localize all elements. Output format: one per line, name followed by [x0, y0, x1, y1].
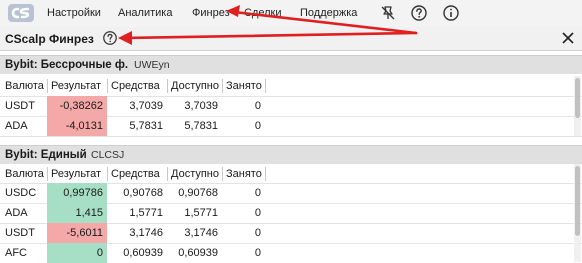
cell-busy: 0: [254, 187, 261, 199]
row-divider: [0, 136, 582, 137]
table-header-row: Валюта Результат Средства Доступно Занят…: [0, 76, 582, 96]
cell-currency: ADA: [5, 207, 28, 219]
panel-title: CScalp Финрез: [5, 32, 94, 46]
section-title: Bybit: Бессрочные ф.: [5, 59, 129, 71]
info-icon[interactable]: [442, 4, 460, 22]
cell-funds: 0,60939: [123, 247, 163, 259]
scrollbar-thumb[interactable]: [575, 78, 580, 118]
column-header-busy[interactable]: Занято: [222, 76, 265, 96]
cell-available: 3,1746: [184, 227, 218, 239]
cell-result: -4,0131: [47, 116, 107, 136]
table-row[interactable]: AFC 0 0,60939 0,60939 0: [0, 243, 582, 263]
menu-finrez[interactable]: Финрез: [192, 7, 230, 19]
cscalp-logo-icon[interactable]: [6, 2, 36, 24]
cell-result: -5,6011: [47, 223, 107, 243]
cell-busy: 0: [254, 100, 261, 112]
help-icon[interactable]: [102, 30, 118, 46]
panel-header: CScalp Финрез: [0, 27, 582, 51]
top-menu-bar: Настройки Аналитика Финрез Сделки Поддер…: [0, 0, 582, 28]
cell-available: 0,90768: [178, 187, 218, 199]
help-icon[interactable]: [410, 4, 428, 22]
scrollbar-thumb[interactable]: [575, 166, 580, 236]
cell-funds: 5,7831: [129, 120, 163, 132]
cell-funds: 0,90768: [123, 187, 163, 199]
close-icon[interactable]: [560, 30, 576, 46]
account-id: UWEyn: [134, 59, 170, 71]
cell-result: 0: [47, 243, 107, 263]
account-id: CLCSJ: [91, 149, 125, 161]
cell-busy: 0: [254, 120, 261, 132]
cell-result: 0,99786: [47, 183, 107, 203]
column-divider[interactable]: [265, 167, 266, 181]
cell-available: 3,7039: [184, 100, 218, 112]
section-title: Bybit: Единый: [5, 149, 87, 161]
cell-currency: ADA: [5, 120, 28, 132]
column-header-result[interactable]: Результат: [47, 76, 107, 96]
section-header-unified: Bybit: Единый CLCSJ: [0, 145, 582, 164]
pin-off-icon[interactable]: [379, 4, 397, 22]
menu-settings[interactable]: Настройки: [47, 7, 101, 19]
cell-currency: AFC: [5, 247, 27, 259]
column-header-busy[interactable]: Занято: [222, 164, 265, 184]
cell-funds: 1,5771: [129, 207, 163, 219]
cell-funds: 3,1746: [129, 227, 163, 239]
section-header-perpetual: Bybit: Бессрочные ф. UWEyn: [0, 55, 582, 74]
cell-currency: USDT: [5, 227, 35, 239]
cell-available: 0,60939: [178, 247, 218, 259]
cell-currency: USDC: [5, 187, 37, 199]
table-row[interactable]: USDT -5,6011 3,1746 3,1746 0: [0, 223, 582, 243]
cell-available: 5,7831: [184, 120, 218, 132]
table-row[interactable]: USDC 0,99786 0,90768 0,90768 0: [0, 183, 582, 203]
column-header-available[interactable]: Доступно: [167, 164, 222, 184]
menu-support[interactable]: Поддержка: [300, 7, 357, 19]
cell-available: 1,5771: [184, 207, 218, 219]
cell-busy: 0: [254, 227, 261, 239]
cell-funds: 3,7039: [129, 100, 163, 112]
menu-trades[interactable]: Сделки: [244, 7, 282, 19]
cell-result: 1,415: [47, 203, 107, 223]
table-row[interactable]: ADA 1,415 1,5771 1,5771 0: [0, 203, 582, 223]
cell-busy: 0: [254, 207, 261, 219]
cell-busy: 0: [254, 247, 261, 259]
column-header-currency[interactable]: Валюта: [0, 76, 47, 96]
column-header-funds[interactable]: Средства: [107, 76, 167, 96]
column-header-funds[interactable]: Средства: [107, 164, 167, 184]
column-header-currency[interactable]: Валюта: [0, 164, 47, 184]
column-header-result[interactable]: Результат: [47, 164, 107, 184]
cell-currency: USDT: [5, 100, 35, 112]
table-header-row: Валюта Результат Средства Доступно Занят…: [0, 164, 582, 184]
column-header-available[interactable]: Доступно: [167, 76, 222, 96]
table-row[interactable]: USDT -0,38262 3,7039 3,7039 0: [0, 96, 582, 116]
table-row[interactable]: ADA -4,0131 5,7831 5,7831 0: [0, 116, 582, 136]
cell-result: -0,38262: [47, 96, 107, 116]
column-divider[interactable]: [265, 79, 266, 93]
menu-analytics[interactable]: Аналитика: [118, 7, 172, 19]
